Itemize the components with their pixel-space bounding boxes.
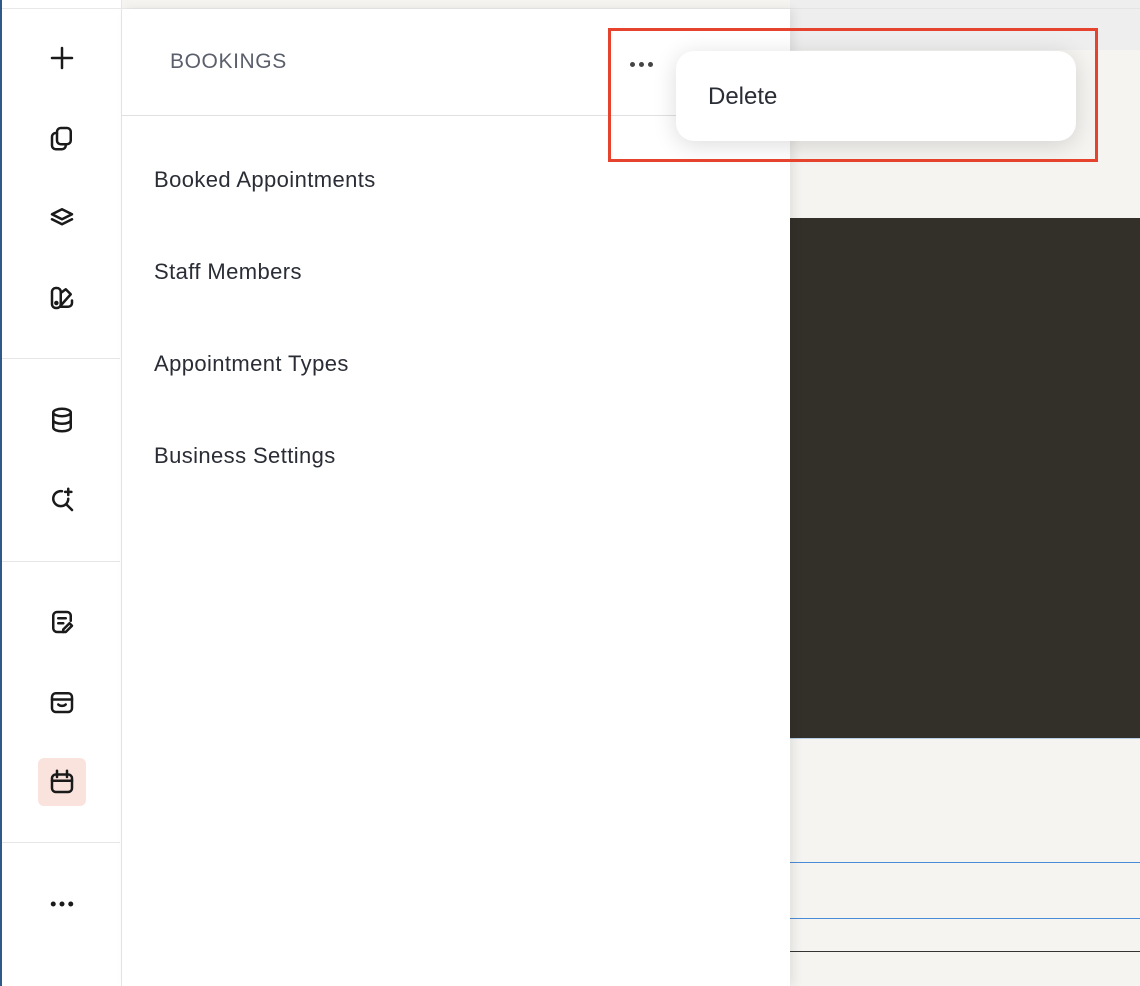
nav-item-appointment-types[interactable]: Appointment Types — [154, 351, 349, 377]
canvas-guide-line — [790, 862, 1140, 863]
bookings-button[interactable] — [38, 758, 86, 806]
store-button[interactable] — [38, 678, 86, 726]
canvas-dark-section — [790, 218, 1140, 738]
rail-divider — [2, 358, 120, 359]
ai-search-button[interactable] — [38, 476, 86, 524]
design-button[interactable] — [38, 274, 86, 322]
nav-item-staff-members[interactable]: Staff Members — [154, 259, 302, 285]
highlight-box — [608, 28, 1098, 162]
add-button[interactable] — [38, 34, 86, 82]
pages-icon — [50, 126, 72, 151]
pages-button[interactable] — [38, 114, 86, 162]
canvas-divider — [790, 951, 1140, 952]
layers-icon — [50, 208, 74, 226]
canvas-guide-line — [790, 738, 1140, 739]
divider — [790, 8, 1140, 9]
layers-button[interactable] — [38, 194, 86, 242]
rail-divider — [2, 561, 120, 562]
more-icon — [50, 901, 74, 907]
database-icon — [52, 407, 72, 433]
add-icon — [50, 46, 74, 70]
nav-item-business-settings[interactable]: Business Settings — [154, 443, 336, 469]
rail-divider — [2, 842, 120, 843]
database-button[interactable] — [38, 396, 86, 444]
blog-button[interactable] — [38, 598, 86, 646]
nav-item-booked-appointments[interactable]: Booked Appointments — [154, 167, 376, 193]
icon-rail — [2, 0, 122, 986]
canvas-guide-line — [790, 918, 1140, 919]
design-icon — [50, 286, 74, 310]
blog-icon — [52, 610, 74, 634]
ai-search-icon — [52, 487, 74, 512]
store-icon — [50, 692, 74, 714]
bookings-icon — [50, 769, 74, 794]
panel-title: BOOKINGS — [170, 50, 287, 73]
more-apps-button[interactable] — [38, 880, 86, 928]
